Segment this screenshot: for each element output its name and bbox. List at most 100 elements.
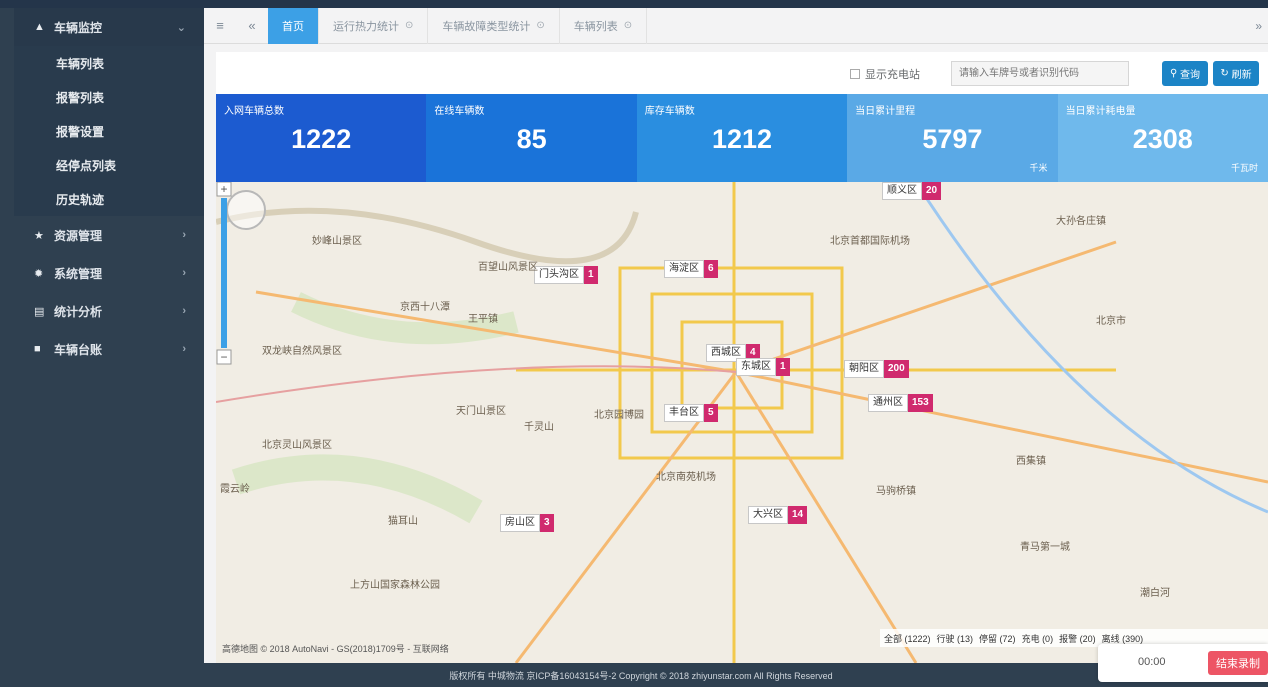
map-place-label: 青马第一城: [1020, 542, 1070, 553]
stat-card-total-vehicles: 入网车辆总数 1222: [216, 94, 427, 182]
query-label: 查询: [1180, 70, 1201, 81]
compass-icon[interactable]: [226, 190, 266, 230]
map-place-label: 大孙各庄镇: [1056, 216, 1106, 227]
marker-name: 通州区: [868, 394, 908, 412]
sidebar-group-system[interactable]: ✹ 系统管理 ›: [14, 254, 204, 292]
book-icon: ■: [34, 343, 41, 355]
chevron-right-icon: ›: [182, 305, 186, 317]
stat-label: 在线车辆数: [434, 106, 485, 117]
svg-text:−: −: [220, 350, 227, 364]
tab-scroll-right-icon[interactable]: »: [1255, 19, 1262, 33]
stat-label: 当日累计耗电量: [1065, 106, 1136, 117]
sidebar-group-label: 车辆台账: [54, 342, 103, 357]
map-attribution: 高德地图 © 2018 AutoNavi - GS(2018)1709号 - 互…: [222, 644, 449, 654]
marker-count: 3: [540, 514, 554, 532]
tab-label: 车辆故障类型统计: [442, 20, 531, 33]
map-place-label: 双龙峡自然风景区: [262, 346, 342, 357]
tab-heatmap-stats[interactable]: 运行热力统计 ⊙: [319, 7, 429, 44]
district-marker[interactable]: 房山区 3: [500, 514, 554, 532]
sidebar-item-label: 报警列表: [56, 90, 105, 105]
query-button[interactable]: ⚲ 查询: [1162, 61, 1208, 86]
refresh-icon: ↻: [1220, 68, 1232, 79]
refresh-label: 刷新: [1231, 70, 1252, 81]
tab-bar: ≡ « 首页 运行热力统计 ⊙ 车辆故障类型统计 ⊙ 车辆列表 ⊙ »: [204, 7, 1268, 44]
footer: 版权所有 中城物流 京ICP备16043154号-2 Copyright © 2…: [14, 663, 1268, 687]
sidebar-group-label: 资源管理: [54, 228, 103, 243]
map-place-label: 王平镇: [468, 314, 498, 325]
sidebar-item-label: 历史轨迹: [56, 192, 105, 207]
map-place-label: 西集镇: [1016, 456, 1046, 467]
chevron-right-icon: ›: [182, 267, 186, 279]
tab-vehicle-list[interactable]: 车辆列表 ⊙: [560, 7, 648, 44]
district-marker[interactable]: 门头沟区 1: [534, 266, 598, 284]
sidebar-item-history-track[interactable]: 历史轨迹: [14, 182, 204, 216]
sidebar: ▲ 车辆监控 ⌄ 车辆列表 报警列表 报警设置 经停点列表 历史轨迹 ★ 资源管…: [14, 8, 204, 663]
marker-name: 朝阳区: [844, 360, 884, 378]
stat-unit: 千瓦时: [1230, 163, 1258, 173]
stop-recording-button[interactable]: 结束录制: [1208, 651, 1268, 675]
stat-value: 2308: [1132, 124, 1193, 154]
map-place-label: 北京灵山风景区: [262, 440, 332, 451]
map-place-label: 北京首都国际机场: [830, 236, 910, 247]
sidebar-item-alarm-settings[interactable]: 报警设置: [14, 114, 204, 148]
marker-name: 大兴区: [748, 506, 788, 524]
stat-card-online-vehicles: 在线车辆数 85: [426, 94, 637, 182]
sidebar-item-label: 经停点列表: [56, 158, 117, 173]
legend-item-alarm[interactable]: 报警 (20): [1059, 632, 1096, 645]
vehicle-map[interactable]: + − 顺义区 20 门头沟区 1 海淀区 6 西城区 4 东城区 1 朝阳区 200 通州…: [216, 182, 1268, 663]
stat-value: 85: [516, 124, 547, 154]
district-marker[interactable]: 东城区 1: [736, 358, 790, 376]
chevron-right-icon: ›: [182, 343, 186, 355]
tab-label: 首页: [282, 20, 304, 33]
close-icon[interactable]: ⊙: [624, 20, 632, 31]
marker-name: 顺义区: [882, 182, 922, 200]
marker-count: 5: [704, 404, 718, 422]
menu-toggle-icon[interactable]: ≡: [204, 18, 236, 33]
close-icon[interactable]: ⊙: [405, 20, 413, 31]
district-marker[interactable]: 顺义区 20: [882, 182, 942, 200]
sidebar-group-statistics[interactable]: ▤ 统计分析 ›: [14, 292, 204, 330]
legend-item-charging[interactable]: 充电 (0): [1022, 632, 1054, 645]
main-content: 显示充电站 ⚲ 查询 ↻ 刷新 入网车辆总数 1222 在线车辆数 85 库存车…: [204, 44, 1268, 663]
district-marker[interactable]: 朝阳区 200: [844, 360, 909, 378]
close-icon[interactable]: ⊙: [536, 20, 544, 31]
sidebar-item-alarm-list[interactable]: 报警列表: [14, 80, 204, 114]
svg-text:+: +: [220, 182, 227, 196]
sidebar-group-ledger[interactable]: ■ 车辆台账 ›: [14, 330, 204, 368]
map-place-label: 潮白河: [1140, 588, 1170, 599]
checkbox-box[interactable]: [850, 69, 860, 79]
map-place-label: 北京园博园: [594, 410, 644, 421]
legend-item-driving[interactable]: 行驶 (13): [937, 632, 974, 645]
tab-label: 车辆列表: [573, 20, 618, 33]
stat-value: 5797: [922, 124, 983, 154]
district-marker[interactable]: 通州区 153: [868, 394, 933, 412]
stat-value: 1222: [291, 124, 352, 154]
sidebar-item-vehicle-list[interactable]: 车辆列表: [14, 46, 204, 80]
tab-home[interactable]: 首页: [268, 7, 319, 44]
tab-scroll-left-icon[interactable]: «: [236, 18, 268, 33]
sidebar-group-vehicle-monitor[interactable]: ▲ 车辆监控 ⌄: [14, 8, 204, 46]
district-marker[interactable]: 丰台区 5: [664, 404, 718, 422]
marker-name: 丰台区: [664, 404, 704, 422]
zoom-slider[interactable]: + −: [216, 182, 232, 368]
legend-item-parked[interactable]: 停留 (72): [979, 632, 1016, 645]
marker-name: 门头沟区: [534, 266, 584, 284]
legend-item-offline[interactable]: 离线 (390): [1102, 632, 1144, 645]
map-place-label: 千灵山: [524, 422, 554, 433]
map-place-label: 上方山国家森林公园: [350, 580, 440, 591]
district-marker[interactable]: 海淀区 6: [664, 260, 718, 278]
show-charging-stations-checkbox[interactable]: 显示充电站: [850, 66, 920, 82]
marker-count: 200: [884, 360, 909, 378]
search-input[interactable]: [951, 61, 1129, 86]
refresh-button[interactable]: ↻ 刷新: [1213, 61, 1259, 86]
sidebar-group-resources[interactable]: ★ 资源管理 ›: [14, 216, 204, 254]
legend-item-all[interactable]: 全部 (1222): [884, 632, 931, 645]
map-place-label: 天门山景区: [456, 406, 506, 417]
tab-fault-stats[interactable]: 车辆故障类型统计 ⊙: [428, 7, 560, 44]
sidebar-item-stop-points[interactable]: 经停点列表: [14, 148, 204, 182]
star-icon: ★: [34, 229, 44, 242]
sidebar-group-label: 统计分析: [54, 304, 103, 319]
map-place-label: 北京市: [1096, 316, 1126, 327]
recording-time: 00:00: [1138, 656, 1166, 668]
district-marker[interactable]: 大兴区 14: [748, 506, 808, 524]
